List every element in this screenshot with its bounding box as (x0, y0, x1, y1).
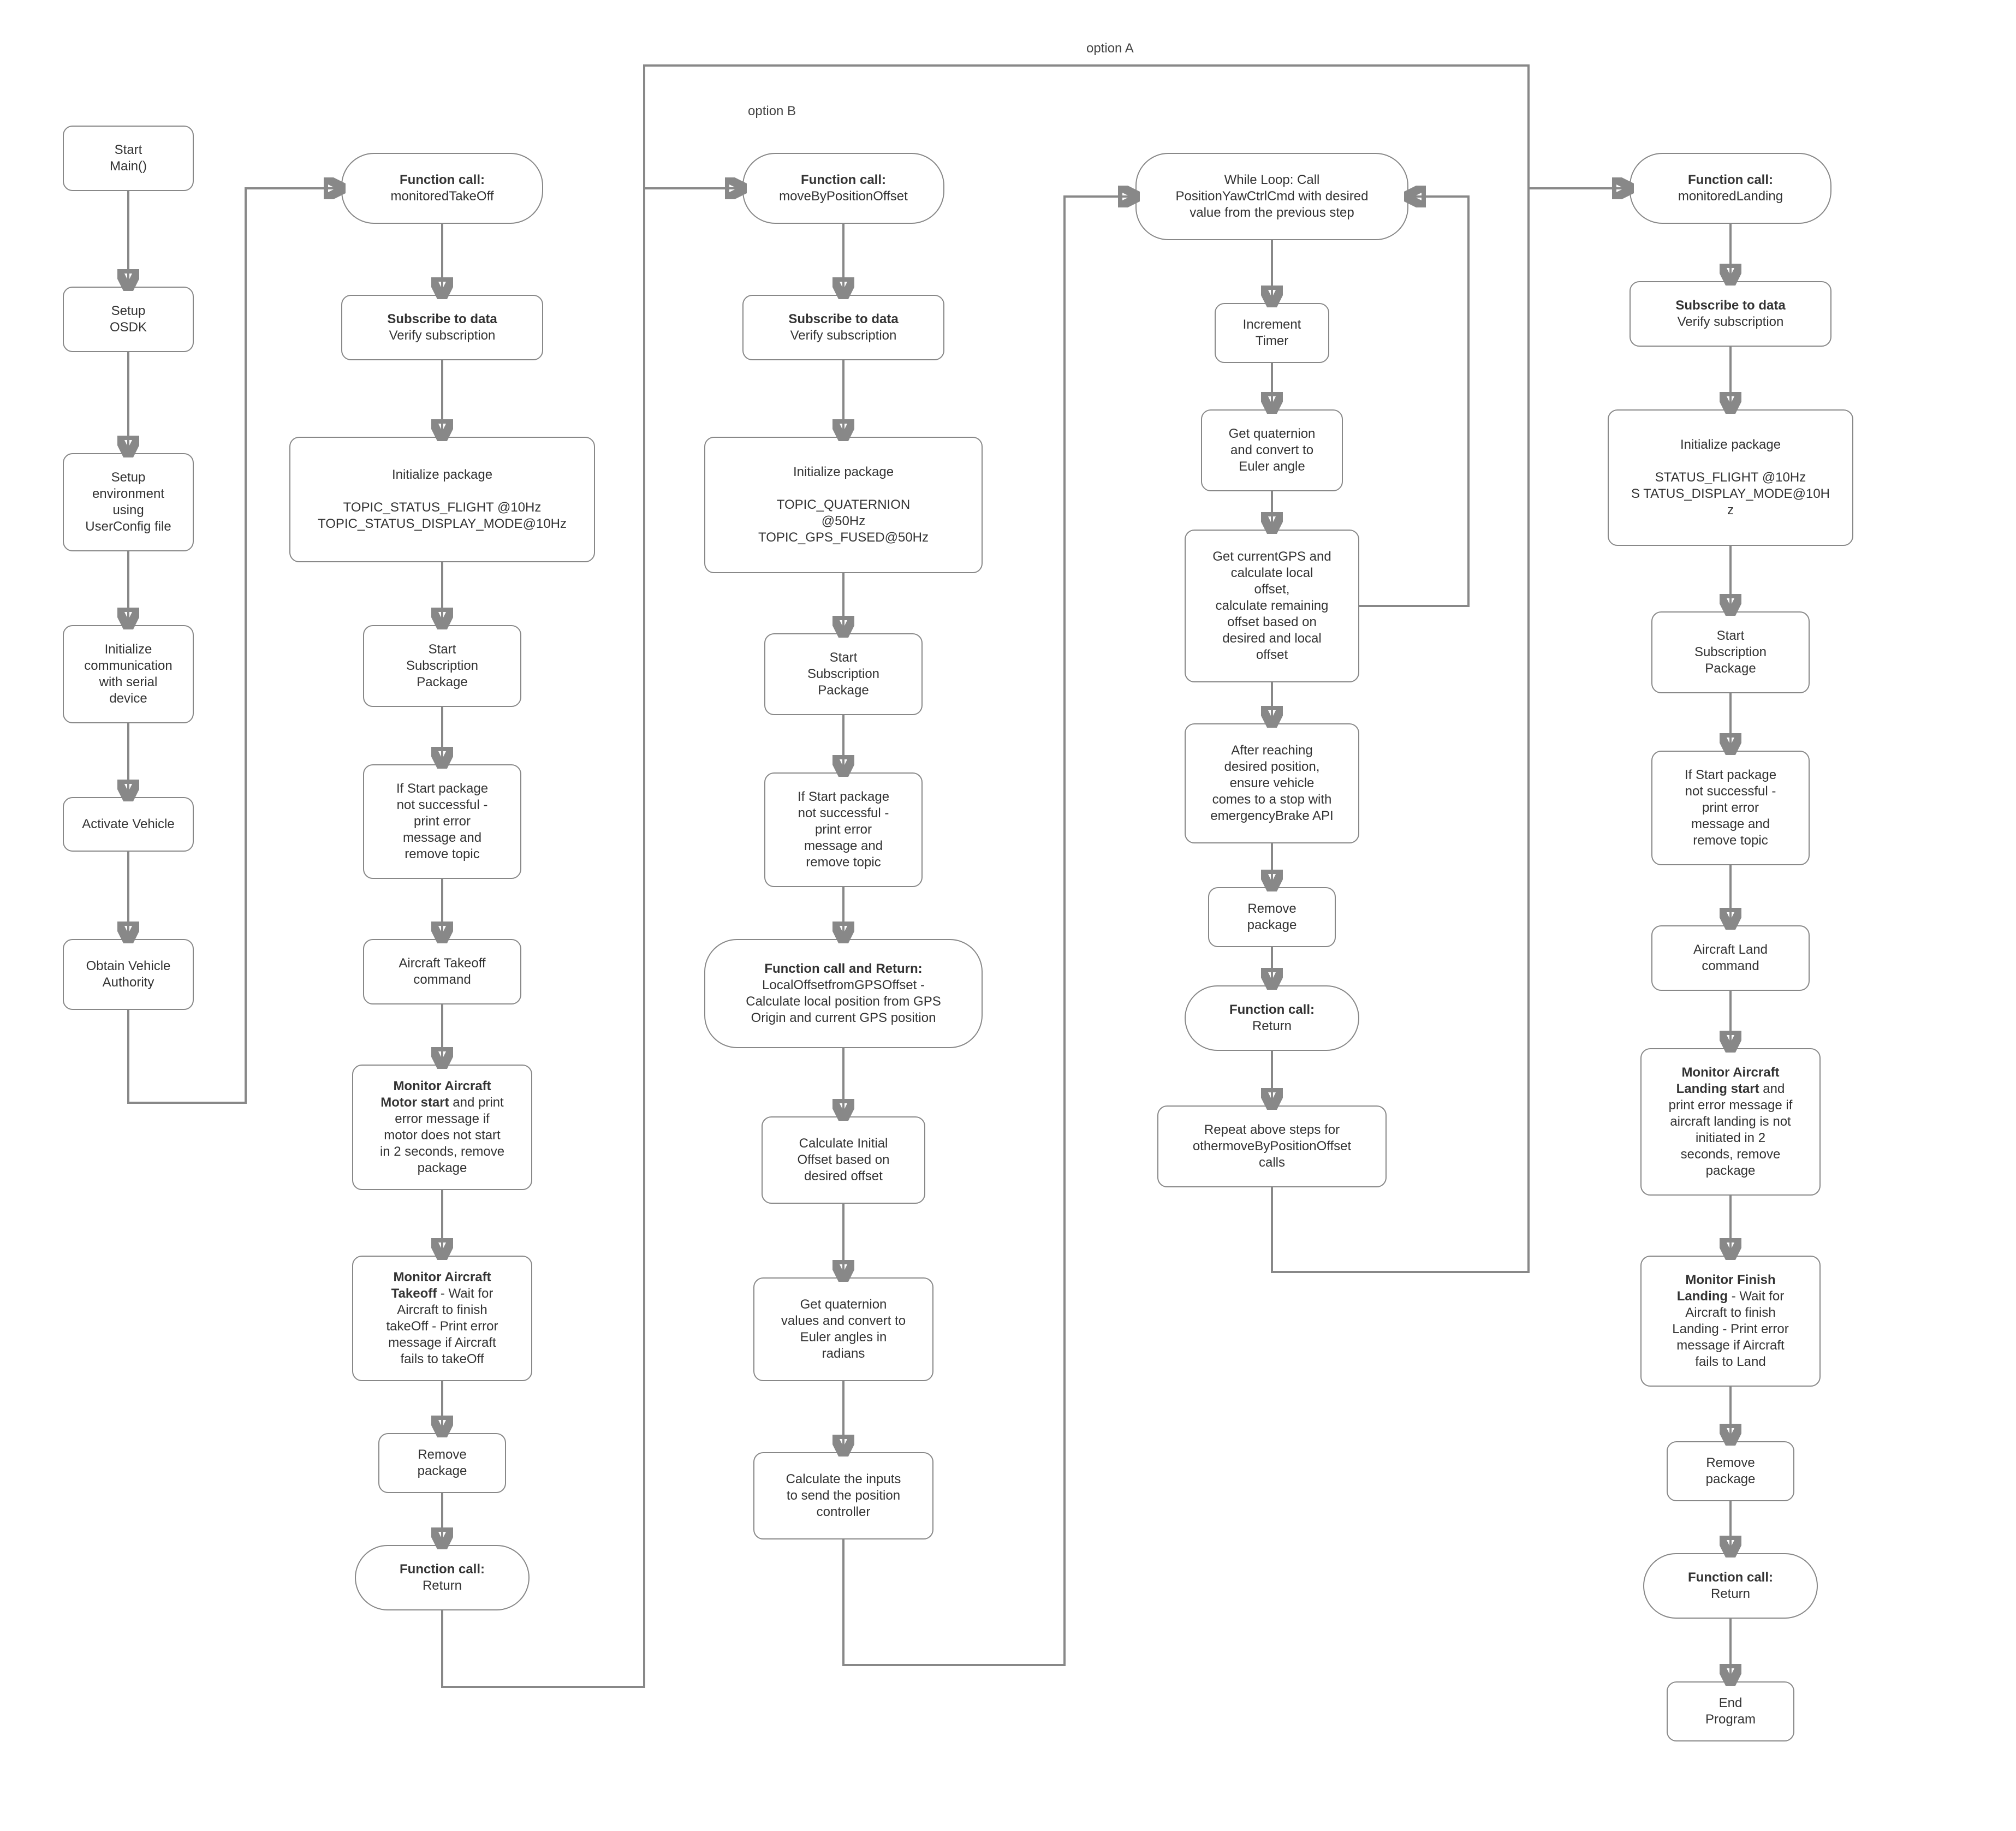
node-start-main: Start Main() (63, 126, 194, 191)
node-c5-return: Function call:Return (1643, 1553, 1818, 1619)
node-c2-if-start: If Start package not successful - print … (363, 764, 521, 879)
text: Subscribe to dataVerify subscription (1636, 298, 1825, 330)
text: Initialize communication with serial dev… (69, 641, 187, 707)
text: Get quaternion and convert to Euler angl… (1208, 426, 1336, 475)
node-c5-init-pkg: Initialize package STATUS_FLIGHT @10Hz S… (1608, 409, 1853, 546)
text: Start Subscription Package (771, 650, 916, 699)
node-c3-calc-inputs: Calculate the inputs to send the positio… (753, 1452, 933, 1539)
text: Setup environment using UserConfig file (69, 469, 187, 535)
text: Start Subscription Package (1658, 628, 1803, 677)
text: Function call:Return (1191, 1002, 1353, 1035)
text: End Program (1673, 1695, 1788, 1728)
text: While Loop: Call PositionYawCtrlCmd with… (1142, 172, 1402, 221)
node-c4-remove-pkg: Remove package (1208, 887, 1336, 947)
annotation-option-a: option A (1086, 41, 1134, 56)
text: Monitor Aircraft Landing start and print… (1647, 1065, 1814, 1179)
node-c4-inc-timer: Increment Timer (1215, 303, 1329, 363)
node-c2-start-sub: Start Subscription Package (363, 625, 521, 707)
text: Remove package (385, 1447, 499, 1479)
node-c5-subscribe: Subscribe to dataVerify subscription (1630, 281, 1831, 347)
node-c3-init-pkg: Initialize package TOPIC_QUATERNION @50H… (704, 437, 983, 573)
text: Setup OSDK (69, 303, 187, 336)
text: Increment Timer (1221, 317, 1323, 349)
node-c4-repeat: Repeat above steps for othermoveByPositi… (1157, 1105, 1387, 1187)
annotation-option-b: option B (748, 104, 796, 119)
node-c5-if-start: If Start package not successful - print … (1651, 751, 1810, 865)
text: Function call:monitoredTakeOff (348, 172, 537, 205)
flowchart-canvas: option A option B Start Main() Setup OSD… (0, 0, 2016, 1831)
text: Subscribe to dataVerify subscription (348, 311, 537, 344)
text: Aircraft Takeoff command (370, 955, 515, 988)
node-c5-remove-pkg: Remove package (1667, 1441, 1794, 1501)
node-c5-end: End Program (1667, 1681, 1794, 1741)
node-c3-if-start: If Start package not successful - print … (764, 772, 923, 887)
node-c5-func: Function call:monitoredLanding (1630, 153, 1831, 224)
node-c3-get-quat: Get quaternion values and convert to Eul… (753, 1277, 933, 1381)
text: Get quaternion values and convert to Eul… (760, 1297, 927, 1362)
text: Calculate Initial Offset based on desire… (768, 1136, 919, 1185)
text: Function call:monitoredLanding (1636, 172, 1825, 205)
node-setup-osdk: Setup OSDK (63, 287, 194, 352)
text: Activate Vehicle (69, 816, 187, 833)
node-c4-quat-euler: Get quaternion and convert to Euler angl… (1201, 409, 1343, 491)
text: Start Main() (69, 142, 187, 175)
text: Function call:Return (1650, 1570, 1811, 1602)
node-c2-monitor-motor: Monitor Aircraft Motor start and print e… (352, 1065, 532, 1190)
node-c4-while: While Loop: Call PositionYawCtrlCmd with… (1135, 153, 1408, 240)
node-activate: Activate Vehicle (63, 797, 194, 852)
text: Function call:Return (361, 1561, 523, 1594)
text: Remove package (1673, 1455, 1788, 1488)
node-setup-env: Setup environment using UserConfig file (63, 453, 194, 551)
node-c2-takeoff-cmd: Aircraft Takeoff command (363, 939, 521, 1004)
node-c2-remove-pkg: Remove package (378, 1433, 506, 1493)
node-c3-calc-init: Calculate Initial Offset based on desire… (762, 1116, 925, 1204)
node-c2-init-pkg: Initialize package TOPIC_STATUS_FLIGHT @… (289, 437, 595, 562)
text: Initialize package TOPIC_QUATERNION @50H… (711, 464, 976, 546)
text: Subscribe to dataVerify subscription (749, 311, 938, 344)
text: Function call and Return:LocalOffsetfrom… (711, 961, 976, 1026)
node-c5-monitor-finish: Monitor Finish Landing - Wait for Aircra… (1640, 1256, 1821, 1387)
text: Start Subscription Package (370, 641, 515, 691)
node-obtain-auth: Obtain Vehicle Authority (63, 939, 194, 1010)
text: Calculate the inputs to send the positio… (760, 1471, 927, 1520)
text: Get currentGPS and calculate local offse… (1191, 549, 1353, 663)
node-c5-start-sub: Start Subscription Package (1651, 611, 1810, 693)
node-c2-subscribe: Subscribe to dataVerify subscription (341, 295, 543, 360)
node-c2-return: Function call:Return (355, 1545, 530, 1610)
text: Aircraft Land command (1658, 942, 1803, 974)
node-c5-land-cmd: Aircraft Land command (1651, 925, 1810, 991)
text: Remove package (1215, 901, 1329, 934)
text: After reaching desired position, ensure … (1191, 742, 1353, 824)
text: Monitor Aircraft Motor start and print e… (359, 1078, 526, 1176)
node-c3-local-offset: Function call and Return:LocalOffsetfrom… (704, 939, 983, 1048)
node-c2-func: Function call:monitoredTakeOff (341, 153, 543, 224)
node-c3-func: Function call:moveByPositionOffset (742, 153, 944, 224)
node-c4-after-reach: After reaching desired position, ensure … (1185, 723, 1359, 843)
node-c3-start-sub: Start Subscription Package (764, 633, 923, 715)
text: Function call:moveByPositionOffset (749, 172, 938, 205)
text: If Start package not successful - print … (771, 789, 916, 871)
text: Initialize package TOPIC_STATUS_FLIGHT @… (296, 467, 588, 532)
node-c2-monitor-takeoff: Monitor Aircraft Takeoff - Wait for Airc… (352, 1256, 532, 1381)
text: Monitor Aircraft Takeoff - Wait for Airc… (359, 1269, 526, 1368)
node-init-comm: Initialize communication with serial dev… (63, 625, 194, 723)
node-c4-return: Function call:Return (1185, 985, 1359, 1051)
text: If Start package not successful - print … (370, 781, 515, 863)
text: Obtain Vehicle Authority (69, 958, 187, 991)
text: Initialize package STATUS_FLIGHT @10Hz S… (1614, 437, 1847, 519)
node-c4-get-gps: Get currentGPS and calculate local offse… (1185, 530, 1359, 682)
node-c5-monitor-land-start: Monitor Aircraft Landing start and print… (1640, 1048, 1821, 1196)
text: If Start package not successful - print … (1658, 767, 1803, 849)
text: Monitor Finish Landing - Wait for Aircra… (1647, 1272, 1814, 1370)
text: Repeat above steps for othermoveByPositi… (1164, 1122, 1380, 1171)
node-c3-subscribe: Subscribe to dataVerify subscription (742, 295, 944, 360)
